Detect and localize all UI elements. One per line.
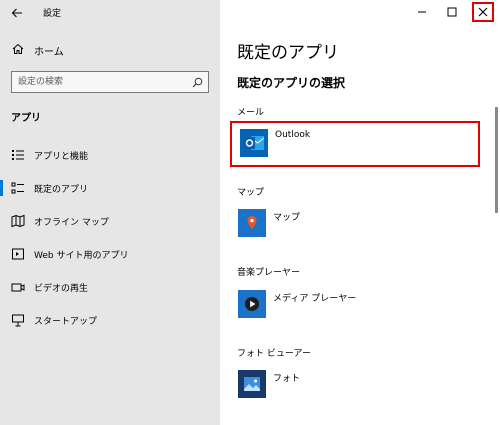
maximize-button[interactable]: [441, 2, 463, 22]
sidebar-item-default-apps[interactable]: 既定のアプリ: [0, 175, 220, 201]
sidebar-item-video-playback[interactable]: ビデオの再生: [0, 274, 220, 300]
close-icon: [478, 7, 488, 17]
category-label-photo-viewer: フォト ビューアー: [237, 349, 311, 359]
close-button[interactable]: [472, 2, 494, 22]
apps-for-websites-icon: [12, 248, 24, 260]
sidebar: 設定 ホーム アプリ アプリと機能 既定のアプリ: [0, 0, 220, 425]
media-player-icon: [238, 290, 266, 318]
minimize-icon: [418, 11, 426, 13]
apps-features-icon: [12, 150, 24, 160]
app-name: フォト: [273, 374, 301, 384]
home-icon: [12, 43, 24, 54]
section-title: アプリ: [11, 113, 41, 124]
sidebar-item-label: ホーム: [34, 47, 64, 58]
sidebar-item-apps-features[interactable]: アプリと機能: [0, 142, 220, 168]
search-box: [11, 71, 209, 93]
sidebar-item-apps-for-websites[interactable]: Web サイト用のアプリ: [0, 241, 220, 267]
search-icon[interactable]: [192, 77, 203, 88]
startup-icon: [12, 314, 24, 327]
minimize-button[interactable]: [411, 2, 433, 22]
video-playback-icon: [11, 283, 25, 292]
app-name: Outlook: [275, 130, 311, 140]
photos-icon: [238, 370, 266, 398]
sidebar-item-label: スタートアップ: [34, 317, 98, 327]
sidebar-item-label: アプリと機能: [34, 152, 89, 162]
back-button[interactable]: [6, 2, 28, 24]
offline-maps-icon: [11, 214, 25, 228]
sidebar-item-startup[interactable]: スタートアップ: [0, 307, 220, 333]
section-subtitle: 既定のアプリの選択: [237, 76, 346, 90]
app-title: 設定: [43, 9, 62, 19]
search-input[interactable]: [12, 72, 186, 92]
default-app-button-mail[interactable]: Outlook: [230, 121, 480, 167]
sidebar-item-label: 既定のアプリ: [34, 185, 89, 195]
default-app-button-music-player[interactable]: メディア プレーヤー: [230, 284, 480, 330]
maps-icon: [238, 209, 266, 237]
sidebar-item-label: オフライン マップ: [34, 218, 109, 228]
default-app-button-maps[interactable]: マップ: [230, 203, 480, 249]
sidebar-item-offline-maps[interactable]: オフライン マップ: [0, 208, 220, 234]
sidebar-item-home[interactable]: ホーム: [0, 38, 220, 62]
app-name: メディア プレーヤー: [273, 294, 357, 304]
outlook-icon: [240, 129, 268, 157]
category-label-maps: マップ: [237, 188, 265, 198]
sidebar-item-label: Web サイト用のアプリ: [34, 251, 129, 261]
maximize-icon: [447, 7, 457, 17]
category-label-mail: メール: [237, 108, 265, 118]
title-bar: 設定: [0, 0, 220, 26]
scrollbar[interactable]: [495, 107, 498, 213]
back-arrow-icon: [11, 8, 22, 18]
main-content: 既定のアプリ 既定のアプリの選択 メール Outlook マップ マップ 音楽プ…: [220, 0, 500, 425]
page-title: 既定のアプリ: [237, 43, 339, 63]
category-label-music-player: 音楽プレーヤー: [237, 268, 301, 278]
selection-indicator: [0, 180, 3, 196]
app-name: マップ: [273, 213, 301, 223]
default-apps-icon: [11, 182, 24, 194]
sidebar-item-label: ビデオの再生: [34, 284, 89, 294]
default-app-button-photo-viewer[interactable]: フォト: [230, 364, 480, 410]
